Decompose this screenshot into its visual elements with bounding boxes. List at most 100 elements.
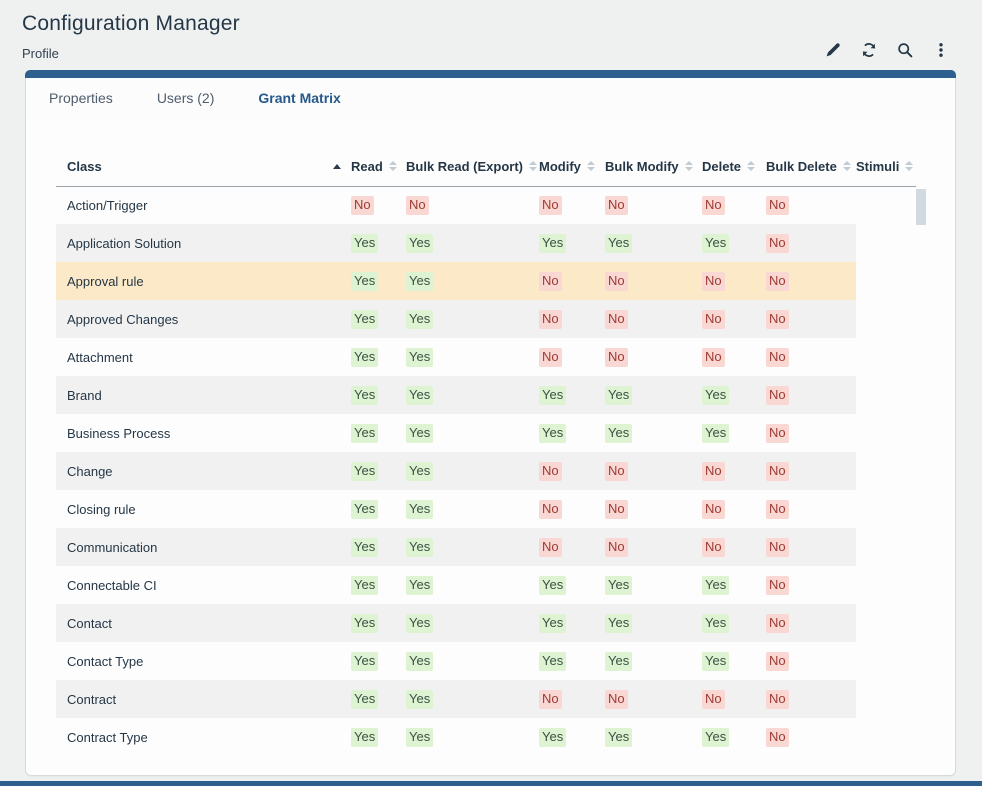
grant-value-cell: No xyxy=(702,186,766,224)
grant-yes-badge: Yes xyxy=(406,462,433,481)
column-header-read[interactable]: Read xyxy=(351,147,406,186)
grant-no-badge: No xyxy=(605,462,628,481)
grant-yes-badge: Yes xyxy=(702,576,729,595)
grant-yes-badge: Yes xyxy=(605,234,632,253)
table-row[interactable]: CommunicationYesYesNoNoNoNo xyxy=(56,528,916,566)
grant-yes-badge: Yes xyxy=(351,614,378,633)
grant-no-badge: No xyxy=(702,538,725,557)
table-row[interactable]: Approved ChangesYesYesNoNoNoNo xyxy=(56,300,916,338)
table-row[interactable]: Application SolutionYesYesYesYesYesNo xyxy=(56,224,916,262)
grant-value-cell: Yes xyxy=(351,262,406,300)
grant-yes-badge: Yes xyxy=(351,310,378,329)
grant-no-badge: No xyxy=(351,196,374,215)
grant-no-badge: No xyxy=(766,196,789,215)
grant-yes-badge: Yes xyxy=(605,424,632,443)
column-label: Class xyxy=(67,159,102,174)
grant-no-badge: No xyxy=(406,196,429,215)
grant-yes-badge: Yes xyxy=(351,652,378,671)
page-title: Configuration Manager xyxy=(22,12,240,36)
grant-value-cell: No xyxy=(766,224,856,262)
grant-value-cell: No xyxy=(539,186,605,224)
grant-no-badge: No xyxy=(605,690,628,709)
table-scrollbar[interactable] xyxy=(916,187,926,757)
grant-yes-badge: Yes xyxy=(406,614,433,633)
table-row[interactable]: Contract TypeYesYesYesYesYesNo xyxy=(56,718,916,756)
grant-value-cell: No xyxy=(766,338,856,376)
sort-both-icon xyxy=(747,161,755,171)
grant-value-cell: No xyxy=(605,262,702,300)
grant-value-cell: No xyxy=(766,680,856,718)
grant-value-cell: Yes xyxy=(406,414,539,452)
search-icon xyxy=(897,42,913,58)
grant-yes-badge: Yes xyxy=(406,386,433,405)
grant-value-cell: Yes xyxy=(605,604,702,642)
grant-value-cell: Yes xyxy=(702,604,766,642)
grant-no-badge: No xyxy=(702,348,725,367)
tab-grant-matrix[interactable]: Grant Matrix xyxy=(258,90,340,106)
grant-value-cell: Yes xyxy=(351,604,406,642)
table-row[interactable]: ContactYesYesYesYesYesNo xyxy=(56,604,916,642)
search-button[interactable] xyxy=(895,40,914,59)
scrollbar-thumb[interactable] xyxy=(916,189,926,225)
grant-yes-badge: Yes xyxy=(539,386,566,405)
table-row[interactable]: Connectable CIYesYesYesYesYesNo xyxy=(56,566,916,604)
grant-value-cell: No xyxy=(605,338,702,376)
grant-yes-badge: Yes xyxy=(351,348,378,367)
class-name-cell: Closing rule xyxy=(56,490,351,528)
grant-value-cell: Yes xyxy=(406,376,539,414)
grant-value-cell: No xyxy=(539,338,605,376)
tab-properties[interactable]: Properties xyxy=(49,90,113,106)
table-row[interactable]: Action/TriggerNoNoNoNoNoNo xyxy=(56,186,916,224)
column-header-class[interactable]: Class xyxy=(56,147,351,186)
grant-no-badge: No xyxy=(605,310,628,329)
grant-yes-badge: Yes xyxy=(351,538,378,557)
grant-no-badge: No xyxy=(539,690,562,709)
grant-yes-badge: Yes xyxy=(351,576,378,595)
grant-value-cell: Yes xyxy=(702,224,766,262)
grant-no-badge: No xyxy=(766,424,789,443)
grant-value-cell: Yes xyxy=(351,300,406,338)
table-row[interactable]: Approval ruleYesYesNoNoNoNo xyxy=(56,262,916,300)
grant-yes-badge: Yes xyxy=(539,728,566,747)
grant-no-badge: No xyxy=(766,462,789,481)
grant-yes-badge: Yes xyxy=(351,500,378,519)
grant-no-badge: No xyxy=(539,538,562,557)
card-accent-bar xyxy=(25,70,956,78)
bottom-accent-bar xyxy=(0,781,982,786)
grant-value-cell: No xyxy=(766,718,856,756)
grant-value-cell: No xyxy=(766,262,856,300)
table-row[interactable]: AttachmentYesYesNoNoNoNo xyxy=(56,338,916,376)
more-options-button[interactable] xyxy=(931,40,950,59)
class-name-cell: Contract xyxy=(56,680,351,718)
column-header-bulk-read[interactable]: Bulk Read (Export) xyxy=(406,147,539,186)
grant-value-cell: Yes xyxy=(539,566,605,604)
tab-users[interactable]: Users (2) xyxy=(157,90,215,106)
class-name-cell: Change xyxy=(56,452,351,490)
table-row[interactable]: Contact TypeYesYesYesYesYesNo xyxy=(56,642,916,680)
grant-value-cell: No xyxy=(766,528,856,566)
column-header-stimuli[interactable]: Stimuli xyxy=(856,147,916,186)
column-header-delete[interactable]: Delete xyxy=(702,147,766,186)
table-row[interactable]: Business ProcessYesYesYesYesYesNo xyxy=(56,414,916,452)
grant-no-badge: No xyxy=(766,690,789,709)
column-header-modify[interactable]: Modify xyxy=(539,147,605,186)
column-label: Bulk Delete xyxy=(766,159,837,174)
table-row[interactable]: ContractYesYesNoNoNoNo xyxy=(56,680,916,718)
table-row[interactable]: BrandYesYesYesYesYesNo xyxy=(56,376,916,414)
class-name-cell: Action/Trigger xyxy=(56,186,351,224)
grant-no-badge: No xyxy=(766,272,789,291)
grant-yes-badge: Yes xyxy=(406,576,433,595)
column-header-bulk-modify[interactable]: Bulk Modify xyxy=(605,147,702,186)
refresh-button[interactable] xyxy=(859,40,878,59)
column-header-bulk-delete[interactable]: Bulk Delete xyxy=(766,147,856,186)
grant-no-badge: No xyxy=(539,500,562,519)
grant-yes-badge: Yes xyxy=(702,424,729,443)
grant-yes-badge: Yes xyxy=(605,386,632,405)
edit-button[interactable] xyxy=(823,40,842,59)
grant-yes-badge: Yes xyxy=(539,652,566,671)
grant-no-badge: No xyxy=(766,234,789,253)
grant-yes-badge: Yes xyxy=(406,348,433,367)
table-row[interactable]: ChangeYesYesNoNoNoNo xyxy=(56,452,916,490)
table-row[interactable]: Closing ruleYesYesNoNoNoNo xyxy=(56,490,916,528)
class-name-cell: Connectable CI xyxy=(56,566,351,604)
